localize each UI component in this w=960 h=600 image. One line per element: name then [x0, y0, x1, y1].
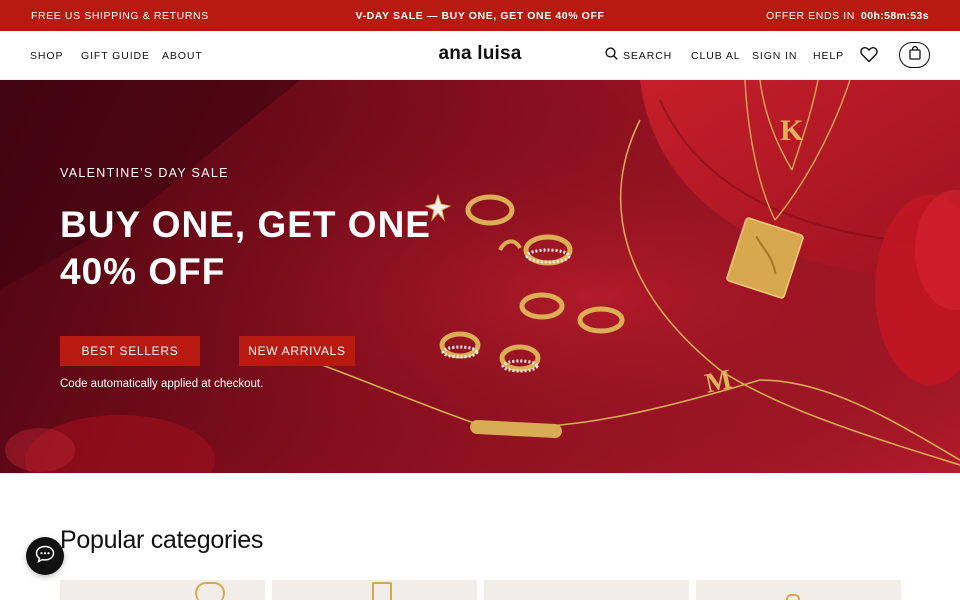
hero-headline: BUY ONE, GET ONE 40% OFF — [60, 201, 480, 295]
search-label: SEARCH — [623, 50, 673, 62]
category-tile[interactable] — [484, 580, 689, 600]
search-button[interactable]: SEARCH — [605, 47, 672, 65]
cart-button[interactable] — [899, 42, 930, 68]
hero-headline-line-1: BUY ONE, GET ONE — [60, 204, 431, 245]
hero-code-note: Code automatically applied at checkout. — [60, 378, 264, 390]
countdown-timer: 00h:58m:53s — [860, 10, 929, 22]
offer-label: OFFER ENDS IN — [766, 10, 855, 22]
main-nav: SHOP GIFT GUIDE ABOUT ana luisa SEARCH C… — [0, 31, 960, 80]
new-arrivals-button[interactable]: NEW ARRIVALS — [239, 336, 355, 366]
category-tile[interactable] — [272, 580, 477, 600]
nav-sign-in[interactable]: SIGN IN — [752, 50, 797, 62]
nav-shop[interactable]: SHOP — [30, 50, 63, 62]
category-tile[interactable] — [696, 580, 901, 600]
best-sellers-button[interactable]: BEST SELLERS — [60, 336, 200, 366]
heart-icon[interactable] — [860, 46, 878, 68]
chat-button[interactable] — [26, 537, 64, 575]
nav-gift-guide[interactable]: GIFT GUIDE — [81, 50, 150, 62]
pendant-k: K — [780, 114, 804, 147]
nav-about[interactable]: ABOUT — [162, 50, 203, 62]
offer-countdown: OFFER ENDS IN 00h:58m:53s — [766, 10, 929, 22]
popular-categories-title: Popular categories — [60, 526, 264, 554]
hero-eyebrow: VALENTINE'S DAY SALE — [60, 166, 229, 180]
category-tile[interactable] — [60, 580, 265, 600]
nav-help[interactable]: HELP — [813, 50, 844, 62]
logo[interactable]: ana luisa — [438, 43, 521, 64]
hero-banner[interactable]: K M VALENTINE'S DAY SALE BUY ONE, GET ON… — [0, 80, 960, 473]
pendant-m: M — [702, 364, 734, 400]
chat-bubble-icon — [35, 545, 55, 568]
nav-club-al[interactable]: CLUB AL — [691, 50, 741, 62]
bag-icon — [908, 45, 921, 65]
announcement-bar: FREE US SHIPPING & RETURNS V-DAY SALE — … — [0, 0, 960, 31]
search-icon — [605, 47, 618, 65]
hero-headline-line-2: 40% OFF — [60, 251, 226, 292]
